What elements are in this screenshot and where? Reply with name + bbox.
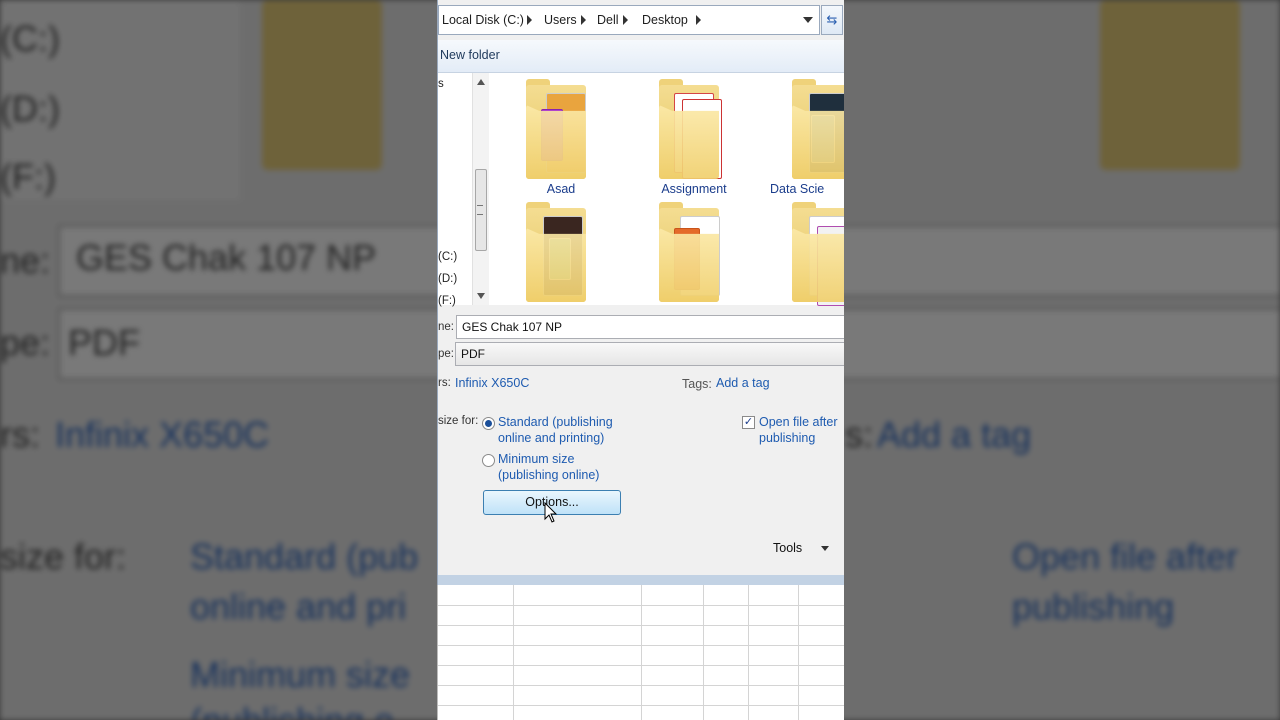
filename-label: ne: [438, 321, 454, 333]
grid-line [438, 685, 844, 686]
grid-line [438, 705, 844, 706]
nav-item-fragment[interactable]: s [438, 78, 444, 90]
crumb-dell[interactable]: Dell [597, 13, 619, 27]
folder-front [659, 105, 719, 179]
open-after-label[interactable]: Open file after publishing [759, 414, 844, 446]
open-after-checkbox[interactable]: ✓ [742, 416, 755, 429]
scroll-down-icon[interactable] [477, 293, 485, 299]
nav-scrollbar[interactable] [472, 73, 489, 305]
mouse-cursor-icon [544, 502, 558, 523]
folder-item[interactable]: Asad [501, 75, 621, 196]
folder-front [792, 105, 844, 179]
crumb-separator-icon[interactable] [581, 15, 586, 25]
crumb-separator-icon[interactable] [623, 15, 628, 25]
folder-label: Assignment [661, 182, 727, 196]
folder-item[interactable] [501, 198, 621, 318]
folder-label: Asad [546, 182, 576, 196]
folder-front [792, 228, 844, 302]
folder-item[interactable]: Data Scie [767, 75, 844, 196]
folder-label: Data Scie [770, 182, 825, 196]
scroll-up-icon[interactable] [477, 79, 485, 85]
radio-minimum-label[interactable]: Minimum size (publishing online) [498, 451, 628, 483]
refresh-icon[interactable]: ⇆ [821, 5, 843, 35]
tags-value[interactable]: Add a tag [716, 376, 770, 390]
folder-item[interactable]: Assignment [634, 75, 754, 196]
dialog-bottom-border [438, 575, 844, 585]
scroll-grip-icon [477, 205, 483, 215]
crumb-separator-icon[interactable] [527, 15, 532, 25]
crumb-separator-icon[interactable] [696, 15, 701, 25]
folder-item[interactable] [634, 198, 754, 318]
folder-front [526, 105, 586, 179]
crumb-users[interactable]: Users [544, 13, 577, 27]
grid-line [438, 645, 844, 646]
crumb-desktop[interactable]: Desktop [642, 13, 688, 27]
grid-line [438, 625, 844, 626]
grid-line [438, 605, 844, 606]
tools-dropdown-icon[interactable] [821, 546, 829, 551]
tools-menu[interactable]: Tools [773, 541, 802, 555]
folder-item[interactable] [767, 198, 844, 318]
grid-line [438, 665, 844, 666]
nav-item-drive-c[interactable]: (C:) [438, 251, 457, 263]
folder-front [526, 228, 586, 302]
nav-item-drive-d[interactable]: (D:) [438, 273, 457, 285]
crumb-local-disk[interactable]: Local Disk (C:) [442, 13, 524, 27]
address-bar[interactable]: Local Disk (C:) Users Dell Desktop [438, 5, 820, 35]
tags-label: Tags: [682, 377, 712, 391]
optimize-label: size for: [438, 415, 479, 427]
type-label: pe: [438, 348, 454, 360]
radio-minimum[interactable] [482, 454, 495, 467]
authors-value[interactable]: Infinix X650C [455, 376, 529, 390]
authors-label: rs: [438, 377, 451, 389]
spreadsheet-area [437, 585, 844, 720]
toolbar: New folder [438, 40, 844, 73]
filename-input[interactable]: GES Chak 107 NP [456, 315, 844, 339]
address-dropdown-icon[interactable] [803, 17, 813, 23]
radio-standard[interactable] [482, 417, 495, 430]
radio-standard-label[interactable]: Standard (publishing online and printing… [498, 414, 628, 446]
publish-dialog: Local Disk (C:) Users Dell Desktop ⇆ New… [437, 0, 844, 585]
file-list: Asad Assignment Data Scie [489, 73, 844, 306]
type-select[interactable]: PDF [455, 342, 844, 366]
folder-front [659, 228, 719, 302]
nav-item-drive-f[interactable]: (F:) [438, 295, 456, 307]
new-folder-button[interactable]: New folder [440, 48, 500, 62]
